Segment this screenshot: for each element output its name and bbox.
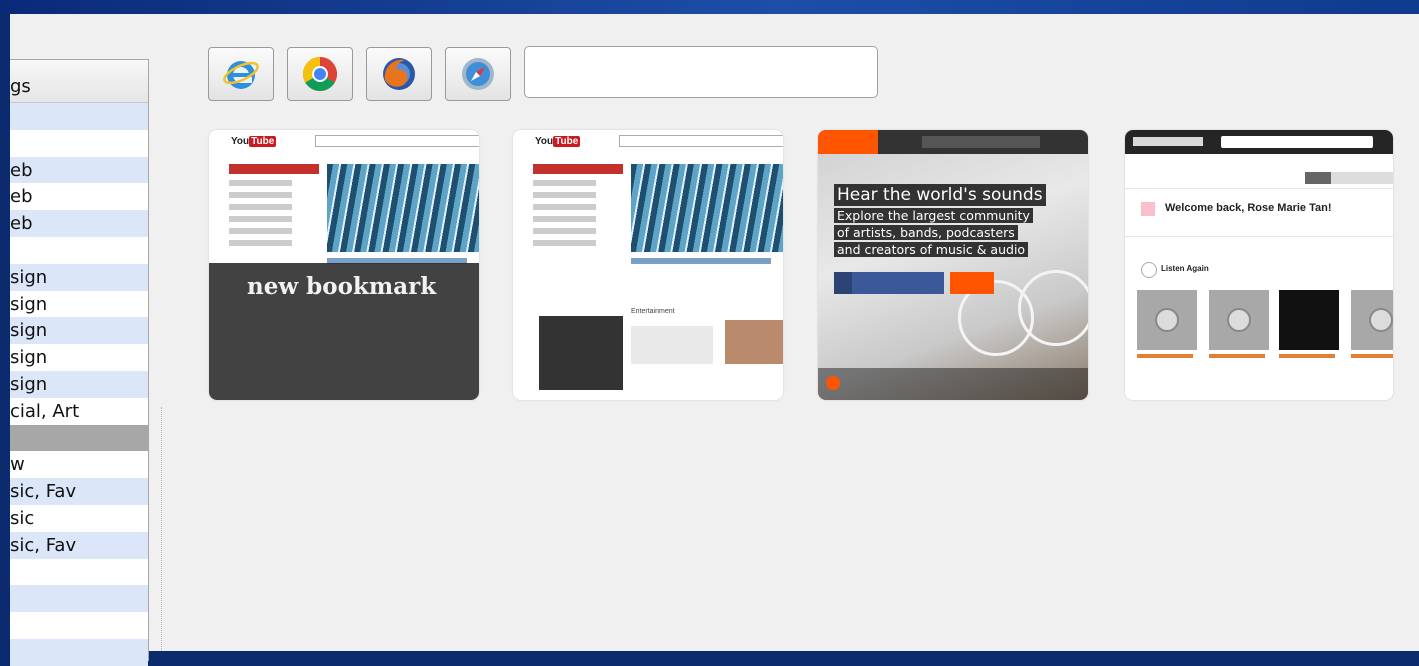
list-row[interactable]: eb xyxy=(10,156,148,184)
list-row[interactable]: eb xyxy=(10,210,148,237)
list-row[interactable]: cial, Art xyxy=(10,397,148,425)
list-row[interactable] xyxy=(10,558,148,586)
open-in-ie-button[interactable] xyxy=(208,47,274,101)
firefox-icon xyxy=(383,58,415,90)
bookmark-thumbnail-youtube-2[interactable]: You Tube Entertainment xyxy=(513,130,783,400)
chrome-icon xyxy=(303,57,337,91)
list-row[interactable]: sign xyxy=(10,344,148,371)
list-row[interactable]: w xyxy=(10,451,148,479)
list-row[interactable] xyxy=(10,424,148,452)
list-row[interactable] xyxy=(10,638,148,666)
soundcloud-line-3: and creators of music & audio xyxy=(834,242,1029,257)
list-row[interactable]: sic xyxy=(10,504,148,532)
list-row[interactable] xyxy=(10,103,148,130)
list-row[interactable] xyxy=(10,236,148,264)
bookmark-thumbnail-soundcloud[interactable]: Hear the world's sounds Explore the larg… xyxy=(818,130,1088,400)
list-row[interactable] xyxy=(10,129,148,157)
bookmark-thumbnail-grooveshark[interactable]: Welcome back, Rose Marie Tan! Listen Aga… xyxy=(1125,130,1393,400)
list-row[interactable] xyxy=(10,585,148,613)
list-row[interactable]: sic, Fav xyxy=(10,531,148,559)
list-row[interactable]: sign xyxy=(10,263,148,291)
grooveshark-listen-again: Listen Again xyxy=(1161,264,1209,273)
list-row[interactable]: sic, Fav xyxy=(10,478,148,505)
new-bookmark-overlay[interactable]: new bookmark xyxy=(209,263,479,400)
soundcloud-headline: Hear the world's sounds xyxy=(834,184,1046,206)
bookmark-thumbnail-youtube-1[interactable]: You Tube new bookmark xyxy=(209,130,479,400)
panel-splitter[interactable] xyxy=(161,407,166,651)
list-row[interactable]: sign xyxy=(10,370,148,398)
url-input[interactable] xyxy=(524,46,878,98)
list-row[interactable]: sign xyxy=(10,317,148,345)
desktop-bar xyxy=(0,0,1419,14)
list-row[interactable]: eb xyxy=(10,183,148,211)
list-row[interactable]: sign xyxy=(10,290,148,318)
list-row[interactable] xyxy=(10,612,148,639)
bookmark-manager-window: gs eb eb eb sign sign sign sign sign cial, Art w s… xyxy=(10,14,1419,666)
open-in-chrome-button[interactable] xyxy=(287,47,353,101)
grooveshark-welcome: Welcome back, Rose Marie Tan! xyxy=(1165,202,1332,214)
soundcloud-line-2: of artists, bands, podcasters xyxy=(834,225,1018,240)
list-header-label: gs xyxy=(10,76,31,97)
open-in-firefox-button[interactable] xyxy=(366,47,432,101)
overlay-label: new bookmark xyxy=(247,273,437,300)
bookmark-list[interactable]: gs eb eb eb sign sign sign sign sign cial, Art w s… xyxy=(10,59,149,666)
ie-icon xyxy=(223,61,259,89)
list-column-header[interactable]: gs xyxy=(10,60,148,103)
open-in-safari-button[interactable] xyxy=(445,47,511,101)
soundcloud-line-1: Explore the largest community xyxy=(834,208,1033,223)
safari-icon xyxy=(462,58,494,90)
list-rows: eb eb eb sign sign sign sign sign cial, Art w sic,… xyxy=(10,103,148,666)
